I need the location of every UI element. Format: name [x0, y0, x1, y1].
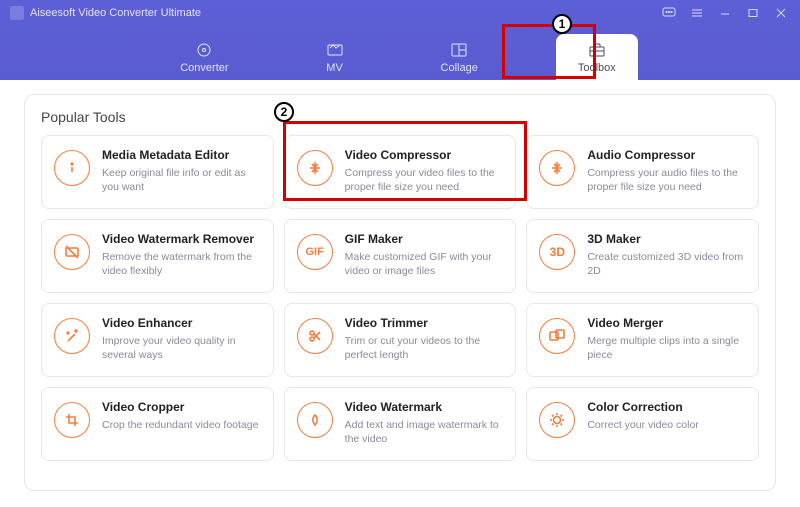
tool-desc: Compress your video files to the proper … [345, 166, 504, 194]
section-title: Popular Tools [41, 109, 759, 125]
tool-gif-maker[interactable]: GIF GIF Maker Make customized GIF with y… [284, 219, 517, 293]
toolbox-icon [587, 42, 607, 58]
tab-toolbox-label: Toolbox [578, 62, 616, 74]
close-icon[interactable] [768, 4, 794, 22]
tab-converter-label: Converter [180, 62, 228, 74]
watermark-remove-icon [54, 234, 90, 270]
audio-compress-icon [539, 150, 575, 186]
popular-tools-panel: Popular Tools Media Metadata Editor Keep… [24, 94, 776, 491]
content-area: Popular Tools Media Metadata Editor Keep… [0, 80, 800, 507]
tool-desc: Improve your video quality in several wa… [102, 334, 261, 362]
tools-grid: Media Metadata Editor Keep original file… [41, 135, 759, 461]
tool-desc: Remove the watermark from the video flex… [102, 250, 261, 278]
tool-desc: Make customized GIF with your video or i… [345, 250, 504, 278]
tab-collage-label: Collage [441, 62, 478, 74]
tool-video-enhancer[interactable]: Video Enhancer Improve your video qualit… [41, 303, 274, 377]
tool-title: Video Enhancer [102, 316, 261, 330]
mv-icon [325, 42, 345, 58]
minimize-icon[interactable] [712, 4, 738, 22]
tool-audio-compressor[interactable]: Audio Compressor Compress your audio fil… [526, 135, 759, 209]
enhance-icon [54, 318, 90, 354]
tool-media-metadata-editor[interactable]: Media Metadata Editor Keep original file… [41, 135, 274, 209]
3d-icon: 3D [539, 234, 575, 270]
tool-title: 3D Maker [587, 232, 746, 246]
gif-icon: GIF [297, 234, 333, 270]
compress-icon [297, 150, 333, 186]
tool-color-correction[interactable]: Color Correction Correct your video colo… [526, 387, 759, 461]
tool-title: Video Compressor [345, 148, 504, 162]
tab-mv-label: MV [326, 62, 343, 74]
app-title: Aiseesoft Video Converter Ultimate [30, 7, 201, 19]
watermark-icon [297, 402, 333, 438]
tool-desc: Compress your audio files to the proper … [587, 166, 746, 194]
tab-mv[interactable]: MV [307, 36, 363, 80]
tool-title: Video Trimmer [345, 316, 504, 330]
tool-video-watermark[interactable]: Video Watermark Add text and image water… [284, 387, 517, 461]
converter-icon [194, 42, 214, 58]
tool-watermark-remover[interactable]: Video Watermark Remover Remove the water… [41, 219, 274, 293]
tool-title: Video Watermark [345, 400, 504, 414]
tool-title: GIF Maker [345, 232, 504, 246]
menu-icon[interactable] [684, 4, 710, 22]
tool-title: Video Cropper [102, 400, 258, 414]
scissors-icon [297, 318, 333, 354]
tool-title: Color Correction [587, 400, 698, 414]
merge-icon [539, 318, 575, 354]
main-tabs: Converter MV Collage Toolbox [0, 26, 800, 80]
app-window: Aiseesoft Video Converter Ultimate Conve… [0, 0, 800, 507]
info-icon [54, 150, 90, 186]
tool-title: Video Watermark Remover [102, 232, 261, 246]
tool-video-trimmer[interactable]: Video Trimmer Trim or cut your videos to… [284, 303, 517, 377]
crop-icon [54, 402, 90, 438]
tool-video-cropper[interactable]: Video Cropper Crop the redundant video f… [41, 387, 274, 461]
tab-converter[interactable]: Converter [162, 36, 246, 80]
tool-desc: Crop the redundant video footage [102, 418, 258, 432]
collage-icon [449, 42, 469, 58]
tool-3d-maker[interactable]: 3D 3D Maker Create customized 3D video f… [526, 219, 759, 293]
app-logo-icon [10, 6, 24, 20]
tab-collage[interactable]: Collage [423, 36, 496, 80]
tool-desc: Add text and image watermark to the vide… [345, 418, 504, 446]
tool-video-compressor[interactable]: Video Compressor Compress your video fil… [284, 135, 517, 209]
tool-title: Video Merger [587, 316, 746, 330]
tool-video-merger[interactable]: Video Merger Merge multiple clips into a… [526, 303, 759, 377]
tool-desc: Trim or cut your videos to the perfect l… [345, 334, 504, 362]
tool-desc: Merge multiple clips into a single piece [587, 334, 746, 362]
feedback-icon[interactable] [656, 4, 682, 22]
header: Aiseesoft Video Converter Ultimate Conve… [0, 0, 800, 80]
window-controls [656, 4, 794, 22]
color-icon [539, 402, 575, 438]
tool-title: Media Metadata Editor [102, 148, 261, 162]
tool-desc: Create customized 3D video from 2D [587, 250, 746, 278]
tool-title: Audio Compressor [587, 148, 746, 162]
tab-toolbox[interactable]: Toolbox [556, 34, 638, 80]
tool-desc: Correct your video color [587, 418, 698, 432]
maximize-icon[interactable] [740, 4, 766, 22]
tool-desc: Keep original file info or edit as you w… [102, 166, 261, 194]
